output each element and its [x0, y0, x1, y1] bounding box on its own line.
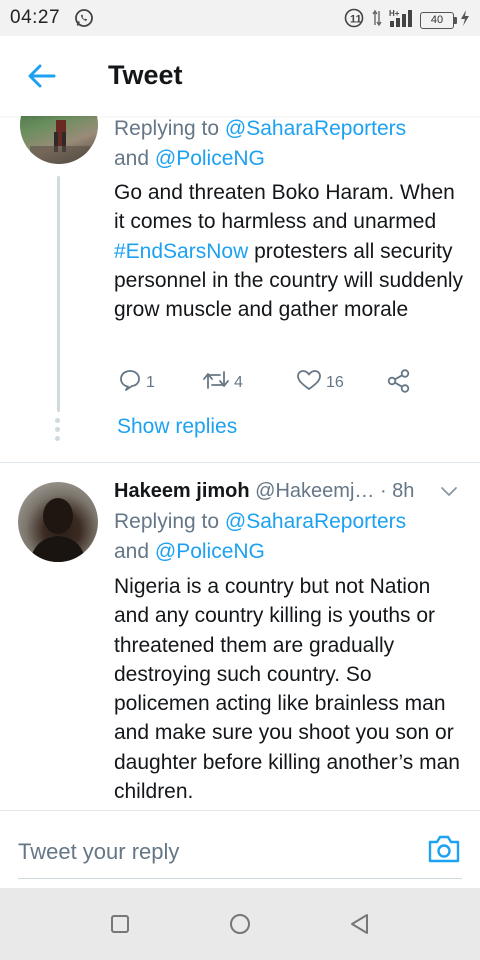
replying-conjunction: and	[114, 540, 155, 563]
tweet-body: Nigeria is a country but not Nation and …	[114, 575, 460, 804]
tweet-time: 8h	[392, 480, 415, 502]
share-button[interactable]	[386, 368, 412, 399]
status-time: 04:27	[10, 7, 61, 28]
page-title: Tweet	[108, 60, 183, 90]
system-nav-bar	[0, 888, 480, 960]
camera-icon[interactable]	[426, 833, 462, 865]
svg-text:H+: H+	[389, 9, 400, 18]
retweet-button[interactable]: 4	[202, 368, 243, 397]
time-separator: ·	[374, 480, 393, 502]
author-handle: @Hakeemj…	[255, 480, 375, 502]
replying-conjunction: and	[114, 147, 155, 170]
hashtag-link[interactable]: #EndSarsNow	[114, 240, 248, 263]
tweet-thread[interactable]: Replying to @SaharaReporters and @Police…	[0, 116, 480, 810]
like-count: 16	[326, 373, 344, 391]
status-bar: 04:27 11 H+ 40	[0, 0, 480, 36]
tweet-text: Go and threaten Boko Haram. When it come…	[114, 181, 455, 234]
avatar[interactable]	[18, 482, 98, 562]
chevron-down-icon[interactable]	[440, 484, 458, 503]
charging-icon	[460, 9, 470, 32]
tweet-actions: 1 4 16	[118, 368, 428, 398]
share-icon	[386, 368, 412, 399]
reply-count: 1	[146, 373, 155, 391]
back-arrow-icon[interactable]	[26, 62, 58, 90]
like-button[interactable]: 16	[296, 368, 344, 397]
show-replies-link[interactable]: Show replies	[117, 415, 237, 439]
comment-bubble-icon	[118, 368, 142, 397]
replying-label: Replying to	[114, 117, 225, 140]
svg-text:11: 11	[350, 14, 362, 26]
tweet-body: Go and threaten Boko Haram. When it come…	[114, 178, 466, 324]
thread-line	[57, 176, 60, 412]
mention-link[interactable]: @SaharaReporters	[225, 117, 406, 140]
reply-input[interactable]	[18, 835, 398, 869]
reply-underline	[18, 878, 462, 879]
sim-icon: 11	[344, 8, 366, 33]
replying-label: Replying to	[114, 510, 225, 533]
retweet-icon	[202, 368, 230, 397]
replying-to: Replying to @SaharaReporters and @Police…	[114, 507, 406, 567]
reply-composer	[0, 810, 480, 888]
replying-to: Replying to @SaharaReporters and @Police…	[114, 116, 406, 174]
mention-link[interactable]: @PoliceNG	[155, 540, 265, 563]
whatsapp-icon	[74, 8, 94, 33]
data-arrows-icon	[372, 8, 382, 33]
avatar[interactable]	[20, 116, 98, 164]
app-bar: Tweet	[0, 36, 480, 116]
signal-icon: H+	[388, 8, 414, 33]
back-triangle-icon[interactable]	[346, 910, 374, 938]
heart-icon	[296, 368, 322, 397]
battery-icon: 40	[420, 12, 457, 29]
thread-dots	[55, 418, 60, 441]
home-circle-icon[interactable]	[226, 910, 254, 938]
recents-square-icon[interactable]	[106, 910, 134, 938]
mention-link[interactable]: @SaharaReporters	[225, 510, 406, 533]
tweet-author[interactable]: Hakeem jimoh @Hakeemj… · 8h	[114, 480, 414, 503]
tweet-divider	[0, 462, 480, 463]
retweet-count: 4	[234, 373, 243, 391]
mention-link[interactable]: @PoliceNG	[155, 147, 265, 170]
reply-button[interactable]: 1	[118, 368, 155, 397]
author-name: Hakeem jimoh	[114, 480, 250, 502]
